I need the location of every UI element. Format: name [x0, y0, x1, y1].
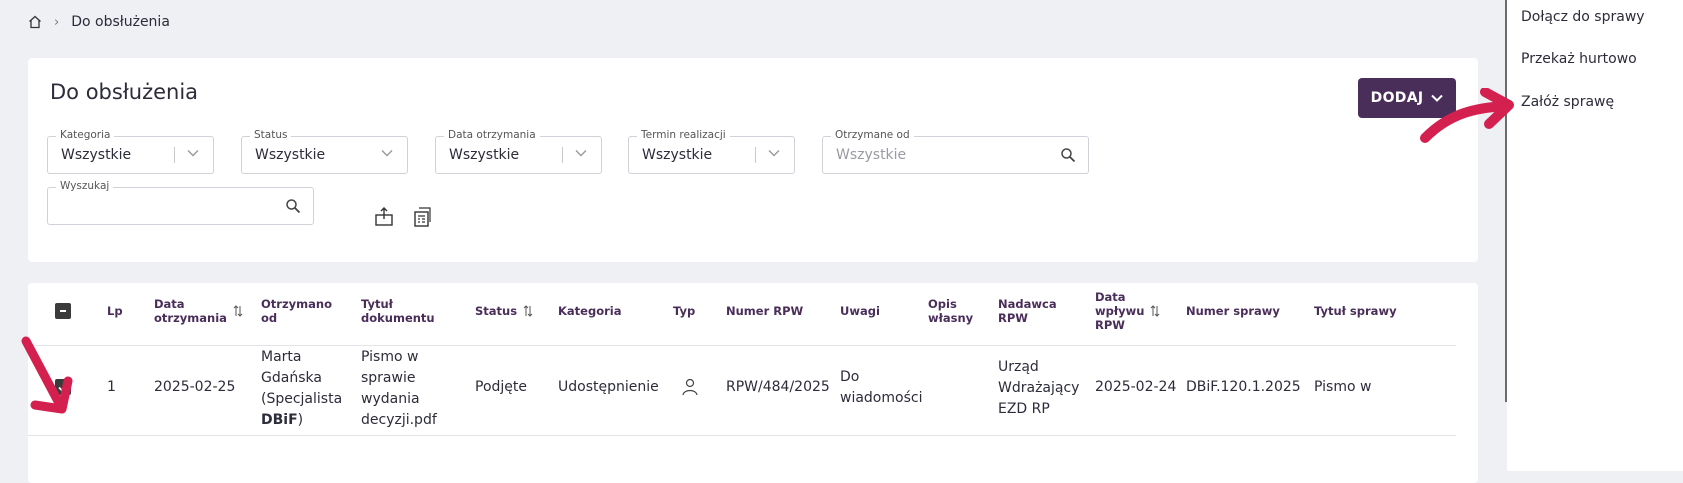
status-select[interactable]: Status Wszystkie [241, 129, 408, 174]
column-header-lp: Lp [107, 304, 123, 318]
sort-icon[interactable] [1150, 305, 1160, 317]
search-icon[interactable] [285, 198, 301, 214]
cell-case-title: Pismo w [1314, 379, 1372, 395]
calculator-icon[interactable] [412, 207, 432, 231]
column-header-inflow-date[interactable]: Data wpływu RPW [1095, 290, 1160, 332]
column-header-document-title: Tytuł dokumentu [361, 297, 435, 325]
sort-icon[interactable] [523, 305, 533, 317]
column-header-sender: Nadawca RPW [998, 297, 1057, 325]
cell-document-title[interactable]: Pismo w sprawie wydania decyzji.pdf [361, 347, 437, 431]
cell-rpw-number: RPW/484/2025 [726, 379, 830, 395]
cell-remarks: Do wiadomości [840, 369, 923, 406]
chevron-down-icon [381, 150, 393, 157]
menu-item-bulk-transfer[interactable]: Przekaż hurtowo [1521, 51, 1637, 67]
breadcrumb: › Do obsłużenia [28, 14, 170, 30]
column-header-status[interactable]: Status [475, 304, 533, 318]
cell-received-from: Marta Gdańska (Specjalista DBiF) [261, 349, 343, 428]
cell-status: Podjęte [475, 379, 528, 395]
received-from-field[interactable]: Otrzymane od Wszystkie [822, 129, 1089, 174]
column-header-case-title: Tytuł sprawy [1314, 304, 1397, 318]
column-header-type: Typ [673, 304, 696, 318]
filters-panel: Do obsłużenia DODAJ Kategoria Wszystkie … [28, 58, 1478, 262]
column-header-remarks: Uwagi [840, 304, 880, 318]
add-button[interactable]: DODAJ [1358, 78, 1456, 118]
deadline-select[interactable]: Termin realizacji Wszystkie [628, 129, 795, 174]
chevron-down-icon [768, 150, 780, 157]
search-icon[interactable] [1060, 147, 1076, 163]
breadcrumb-separator-icon: › [54, 14, 60, 30]
column-header-case-number: Numer sprawy [1186, 304, 1280, 318]
documents-table: Lp Data otrzymania Otrzymano od Tytuł dokum… [28, 283, 1478, 483]
column-header-category: Kategoria [558, 304, 622, 318]
cell-received-date: 2025-02-25 [154, 379, 236, 395]
cell-category: Udostępnienie [558, 379, 659, 395]
column-header-rpw-number: Numer RPW [726, 304, 804, 318]
chevron-down-icon [575, 150, 587, 157]
cell-lp: 1 [107, 379, 116, 395]
menu-item-attach-to-case[interactable]: Dołącz do sprawy [1521, 9, 1645, 25]
breadcrumb-current: Do obsłużenia [71, 14, 170, 30]
export-icon[interactable] [374, 207, 394, 231]
person-icon [681, 377, 699, 401]
search-input[interactable]: Wyszukaj [47, 180, 314, 225]
column-header-own-description: Opis własny [928, 297, 974, 325]
chevron-down-icon [187, 150, 199, 157]
row-checkbox[interactable] [55, 379, 71, 395]
column-header-received-from: Otrzymano od [261, 297, 332, 325]
chevron-down-icon [1431, 94, 1444, 102]
page-title: Do obsłużenia [50, 80, 199, 104]
cell-inflow-date: 2025-02-24 [1095, 379, 1177, 395]
add-dropdown-menu: Dołącz do sprawy Przekaż hurtowo Załóż s… [1507, 0, 1683, 471]
received-date-select[interactable]: Data otrzymania Wszystkie [435, 129, 602, 174]
column-header-received-date[interactable]: Data otrzymania [154, 297, 243, 325]
sort-icon[interactable] [233, 305, 243, 317]
home-icon[interactable] [28, 15, 42, 29]
menu-item-create-case[interactable]: Załóż sprawę [1521, 94, 1614, 110]
select-all-checkbox[interactable] [55, 303, 71, 319]
check-icon [57, 383, 69, 392]
cell-sender: Urząd Wdrażający EZD RP [998, 359, 1080, 417]
category-select[interactable]: Kategoria Wszystkie [47, 129, 214, 174]
cell-case-number[interactable]: DBiF.120.1.2025 [1186, 377, 1301, 398]
